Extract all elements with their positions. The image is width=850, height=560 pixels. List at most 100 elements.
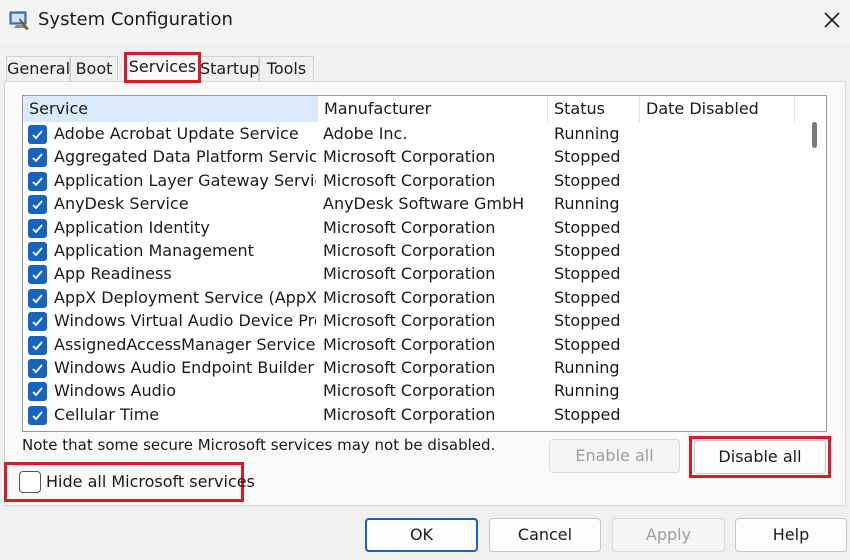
service-status: Stopped	[554, 147, 621, 167]
table-row[interactable]: Application Management Microsoft Corporat…	[23, 239, 803, 262]
service-status: Running	[554, 194, 620, 214]
service-status: Stopped	[554, 240, 621, 260]
column-header-status[interactable]: Status	[548, 96, 640, 122]
service-name: Windows Virtual Audio Device Pro...	[54, 311, 316, 331]
service-checkbox[interactable]	[28, 405, 47, 425]
service-rows: Adobe Acrobat Update Service Adobe Inc. Ru…	[23, 122, 803, 426]
secure-services-note: Note that some secure Microsoft services…	[22, 436, 496, 454]
service-status: Running	[554, 124, 620, 143]
checkmark-icon	[32, 387, 43, 397]
service-manufacturer: Microsoft Corporation	[323, 170, 496, 190]
column-header-date-disabled[interactable]: Date Disabled	[640, 96, 795, 122]
service-checkbox[interactable]	[28, 171, 47, 191]
disable-all-button[interactable]: Disable all	[694, 440, 826, 474]
column-header-manufacturer[interactable]: Manufacturer	[318, 96, 548, 122]
service-status: Running	[554, 357, 620, 377]
checkmark-icon	[32, 340, 43, 350]
service-manufacturer: Microsoft Corporation	[323, 264, 496, 284]
service-manufacturer: Microsoft Corporation	[323, 217, 496, 237]
service-manufacturer: Microsoft Corporation	[323, 287, 496, 307]
table-row[interactable]: App Readiness Microsoft Corporation Stoppe…	[23, 262, 803, 285]
column-header-service[interactable]: Service	[23, 96, 318, 122]
checkmark-icon	[32, 364, 43, 374]
list-header: Service Manufacturer Status Date Disable…	[23, 96, 826, 122]
service-manufacturer: Microsoft Corporation	[323, 334, 496, 354]
table-row[interactable]: Windows Virtual Audio Device Pro... Micro…	[23, 309, 803, 332]
service-checkbox[interactable]	[28, 382, 47, 402]
close-icon[interactable]	[818, 6, 846, 34]
scrollbar-thumb[interactable]	[812, 122, 817, 148]
service-manufacturer: Microsoft Corporation	[323, 381, 496, 401]
tab-services[interactable]: Services	[126, 52, 199, 82]
service-manufacturer: Microsoft Corporation	[323, 404, 496, 424]
service-status: Stopped	[554, 334, 621, 354]
service-checkbox[interactable]	[28, 195, 47, 215]
tab-tools[interactable]: Tools	[259, 56, 314, 82]
service-status: Stopped	[554, 287, 621, 307]
ok-button[interactable]: OK	[365, 518, 478, 552]
service-name: AnyDesk Service	[54, 194, 189, 214]
service-manufacturer: Adobe Inc.	[323, 124, 408, 143]
checkmark-icon	[32, 223, 43, 233]
hide-ms-services-label[interactable]: Hide all Microsoft services	[46, 472, 255, 491]
checkmark-icon	[32, 200, 43, 210]
service-checkbox[interactable]	[28, 312, 47, 332]
service-checkbox[interactable]	[28, 288, 47, 308]
service-manufacturer: AnyDesk Software GmbH	[323, 194, 525, 214]
service-name: Adobe Acrobat Update Service	[54, 124, 299, 143]
checkmark-icon	[32, 177, 43, 187]
table-row[interactable]: Application Layer Gateway Service Microso…	[23, 169, 803, 192]
service-checkbox[interactable]	[28, 148, 47, 168]
cancel-button[interactable]: Cancel	[489, 518, 601, 552]
service-checkbox[interactable]	[28, 335, 47, 355]
table-row[interactable]: AnyDesk Service AnyDesk Software GmbH Runn…	[23, 192, 803, 215]
service-name: AppX Deployment Service (AppXS...	[54, 287, 316, 307]
table-row[interactable]: Application Identity Microsoft Corporatio…	[23, 216, 803, 239]
system-configuration-icon	[9, 11, 29, 30]
tab-startup[interactable]: Startup	[199, 56, 259, 82]
service-status: Stopped	[554, 404, 621, 424]
title-bar: System Configuration	[0, 0, 850, 44]
vertical-scrollbar[interactable]	[803, 122, 826, 431]
service-checkbox[interactable]	[28, 358, 47, 378]
service-name: Application Identity	[54, 217, 210, 237]
service-checkbox[interactable]	[28, 265, 47, 285]
table-row[interactable]: Adobe Acrobat Update Service Adobe Inc. Ru…	[23, 122, 803, 145]
service-name: Application Management	[54, 240, 254, 260]
checkmark-icon	[32, 247, 43, 257]
service-checkbox[interactable]	[28, 218, 47, 238]
apply-button[interactable]: Apply	[612, 518, 725, 552]
service-status: Stopped	[554, 264, 621, 284]
enable-all-button[interactable]: Enable all	[549, 439, 680, 473]
service-name: Windows Audio Endpoint Builder	[54, 357, 314, 377]
tab-general[interactable]: General	[6, 56, 70, 82]
service-checkbox[interactable]	[28, 241, 47, 261]
table-row[interactable]: Cellular Time Microsoft Corporation Stoppe…	[23, 403, 803, 426]
service-manufacturer: Microsoft Corporation	[323, 240, 496, 260]
table-row[interactable]: Windows Audio Endpoint Builder Microsoft …	[23, 356, 803, 379]
checkmark-icon	[32, 153, 43, 163]
checkmark-icon	[32, 294, 43, 304]
table-row[interactable]: Windows Audio Microsoft Corporation Runnin…	[23, 379, 803, 402]
service-name: App Readiness	[54, 264, 172, 284]
table-row[interactable]: AppX Deployment Service (AppXS... Microso…	[23, 286, 803, 309]
help-button[interactable]: Help	[735, 518, 847, 552]
hide-ms-services-checkbox[interactable]	[19, 471, 41, 493]
checkmark-icon	[32, 130, 43, 140]
service-status: Stopped	[554, 217, 621, 237]
service-status: Stopped	[554, 311, 621, 331]
service-checkbox[interactable]	[28, 125, 47, 144]
service-name: Cellular Time	[54, 404, 160, 424]
window-title: System Configuration	[38, 9, 233, 30]
service-name: Aggregated Data Platform Service	[54, 147, 316, 167]
table-row[interactable]: Aggregated Data Platform Service Microsof…	[23, 145, 803, 168]
services-list[interactable]: Service Manufacturer Status Date Disable…	[22, 95, 827, 432]
checkmark-icon	[32, 317, 43, 327]
service-manufacturer: Microsoft Corporation	[323, 147, 496, 167]
service-name: Windows Audio	[54, 381, 176, 401]
tab-boot[interactable]: Boot	[70, 56, 118, 82]
dialog-button-bar: OK Cancel Apply Help	[0, 506, 850, 560]
table-row[interactable]: AssignedAccessManager Service Microsoft C…	[23, 333, 803, 356]
checkmark-icon	[32, 270, 43, 280]
service-manufacturer: Microsoft Corporation	[323, 357, 496, 377]
